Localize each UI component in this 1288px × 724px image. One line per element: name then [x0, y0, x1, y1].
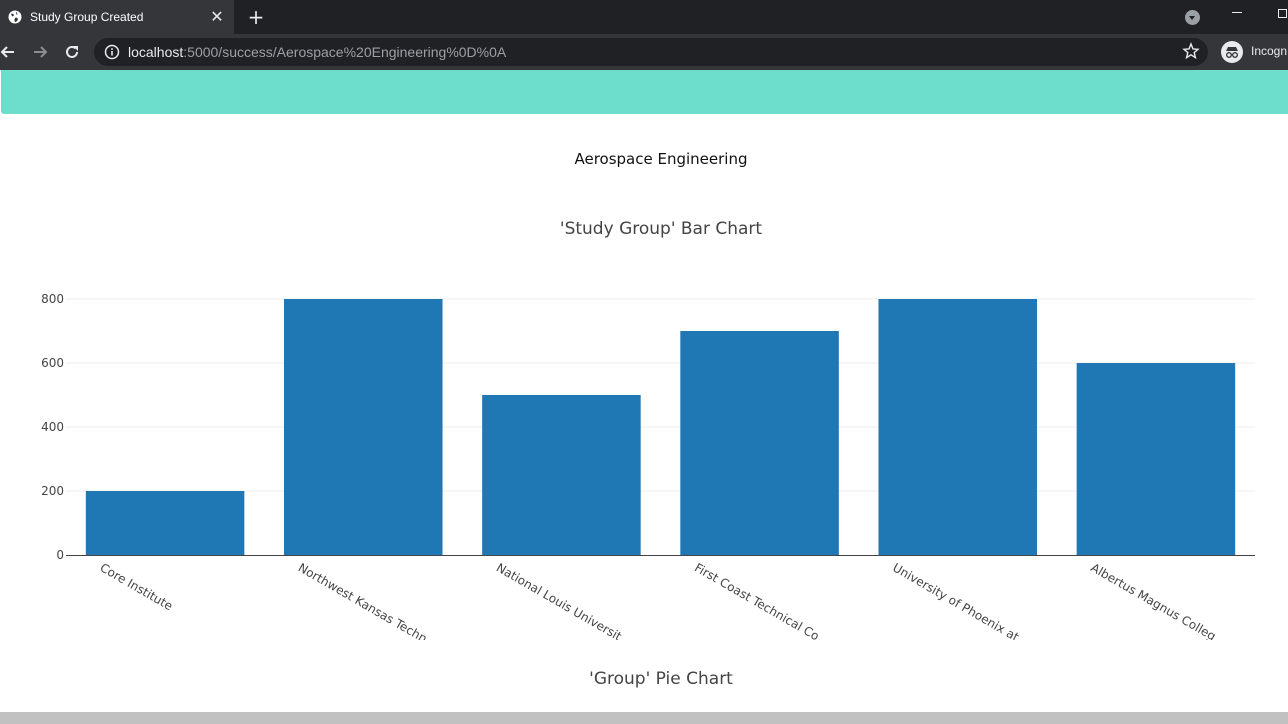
x-tick-label: National Louis Universit: [494, 560, 624, 640]
y-tick-label: 0: [56, 548, 64, 562]
horizontal-scrollbar[interactable]: [0, 712, 1288, 724]
url-host: localhost: [128, 44, 184, 60]
page-viewport: Aerospace Engineering 'Study Group' Bar …: [0, 70, 1288, 724]
chart-x-ticks: Core Institute Northwest Kansas Techn Nati…: [98, 560, 1219, 640]
subject-heading: Aerospace Engineering: [574, 150, 748, 168]
x-tick-label: Albertus Magnus Colleg: [1088, 560, 1218, 640]
y-tick-label: 600: [41, 356, 64, 370]
info-icon[interactable]: [104, 44, 120, 64]
star-icon[interactable]: [1182, 42, 1200, 64]
url-path: :5000/success/Aerospace%20Engineering%0D…: [183, 44, 507, 60]
x-tick-label: University of Phoenix at: [890, 560, 1021, 640]
pie-chart-title: 'Group' Pie Chart: [589, 669, 733, 689]
tab-strip: Study Group Created ✕ +: [0, 0, 1288, 34]
x-tick-label: Northwest Kansas Techn: [296, 560, 430, 640]
reload-icon[interactable]: [60, 40, 84, 64]
minimize-window-button[interactable]: [1232, 12, 1242, 13]
x-tick-label: Core Institute: [98, 560, 176, 613]
forward-arrow-icon[interactable]: [28, 40, 52, 64]
plus-icon[interactable]: +: [246, 7, 266, 27]
back-arrow-icon[interactable]: [0, 40, 20, 64]
restore-window-button[interactable]: [1278, 9, 1287, 18]
bar[interactable]: [1076, 363, 1236, 555]
globe-icon: [8, 10, 22, 24]
url-text: localhost:5000/success/Aerospace%20Engin…: [128, 44, 506, 60]
chart-y-ticks: 0 200 400 600 800: [41, 292, 64, 562]
bar[interactable]: [283, 299, 443, 555]
bar[interactable]: [878, 299, 1038, 555]
bar[interactable]: [482, 395, 641, 555]
bar[interactable]: [680, 331, 839, 555]
y-tick-label: 200: [41, 484, 64, 498]
tab-search-icon[interactable]: [1185, 10, 1200, 25]
address-bar[interactable]: localhost:5000/success/Aerospace%20Engin…: [94, 38, 1208, 66]
incognito-label: Incogn: [1251, 44, 1288, 58]
y-tick-label: 400: [41, 420, 64, 434]
header-banner: [1, 70, 1288, 114]
y-tick-label: 800: [41, 292, 64, 306]
close-icon[interactable]: ✕: [208, 8, 226, 26]
incognito-icon[interactable]: [1221, 41, 1243, 63]
bar-chart: 0 200 400 600 800 Core Institute Northwest Ka…: [41, 292, 1255, 640]
tab-study-group-created[interactable]: Study Group Created ✕: [0, 0, 234, 34]
browser-toolbar: localhost:5000/success/Aerospace%20Engin…: [0, 34, 1288, 70]
bar[interactable]: [85, 491, 245, 555]
bar-chart-title: 'Study Group' Bar Chart: [559, 219, 763, 239]
x-tick-label: First Coast Technical Co: [692, 560, 822, 640]
tab-title: Study Group Created: [30, 10, 144, 24]
